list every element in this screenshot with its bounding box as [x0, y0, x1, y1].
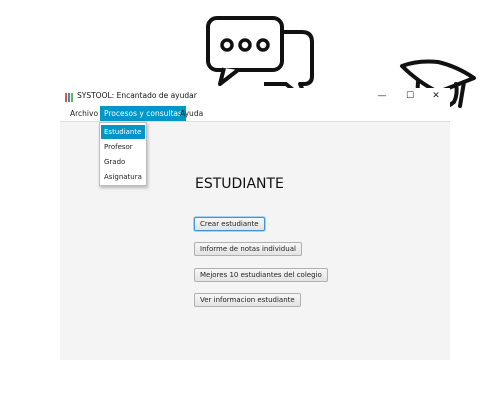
- minimize-button[interactable]: —: [372, 89, 392, 103]
- menu-archivo[interactable]: Archivo: [66, 106, 102, 121]
- menu-bar: Archivo Procesos y consultas Ayuda: [60, 106, 450, 122]
- menu-item-estudiante[interactable]: Estudiante: [101, 125, 145, 139]
- page-title: ESTUDIANTE: [195, 176, 284, 192]
- app-window: SYSTOOL: Encantado de ayudar — ☐ ✕ Archi…: [60, 88, 450, 360]
- menu-item-profesor[interactable]: Profesor: [101, 140, 145, 154]
- title-bar: SYSTOOL: Encantado de ayudar — ☐ ✕: [60, 88, 450, 106]
- app-icon: [65, 93, 73, 102]
- menu-ayuda[interactable]: Ayuda: [176, 106, 207, 121]
- crear-estudiante-button[interactable]: Crear estudiante: [194, 217, 265, 231]
- maximize-button[interactable]: ☐: [400, 89, 420, 103]
- close-button[interactable]: ✕: [426, 89, 446, 103]
- procesos-dropdown-menu: Estudiante Profesor Grado Asignatura: [99, 122, 147, 186]
- menu-procesos-y-consultas[interactable]: Procesos y consultas: [100, 106, 186, 121]
- informe-notas-button[interactable]: Informe de notas individual: [194, 242, 302, 256]
- menu-item-grado[interactable]: Grado: [101, 155, 145, 169]
- mejores-estudiantes-button[interactable]: Mejores 10 estudiantes del colegio: [194, 268, 328, 282]
- window-title: SYSTOOL: Encantado de ayudar: [77, 91, 197, 100]
- menu-item-asignatura[interactable]: Asignatura: [101, 170, 145, 184]
- ver-informacion-button[interactable]: Ver informacion estudiante: [194, 293, 301, 307]
